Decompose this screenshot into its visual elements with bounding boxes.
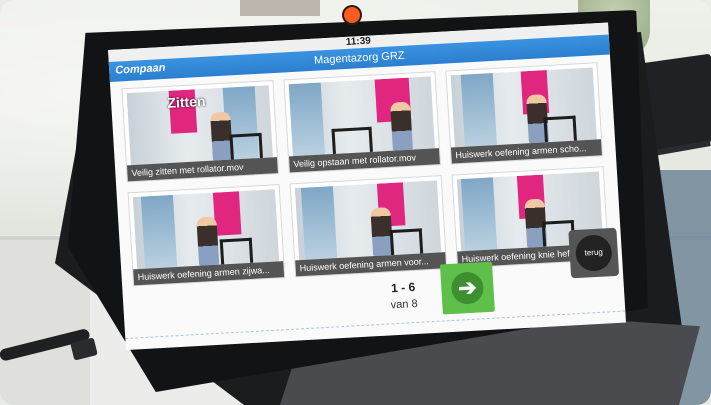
window-graphic: [140, 194, 178, 269]
tablet-screen-area: 11:39 Compaan Magentazorg GRZ Zitten Vei…: [108, 22, 626, 380]
next-page-button[interactable]: ➔: [439, 261, 495, 315]
background-object: [240, 0, 320, 16]
window-graphic: [460, 177, 498, 252]
video-grid: Zitten Veilig zitten met rollator.mov Ve…: [122, 63, 614, 289]
video-thumbnail: [288, 76, 435, 157]
window-graphic: [300, 186, 338, 260]
video-tile[interactable]: Huiswerk oefening armen scho...: [446, 63, 602, 164]
chair-graphic: [389, 228, 424, 256]
arrow-right-icon: ➔: [450, 271, 485, 305]
chair-graphic: [219, 237, 254, 265]
pagination-total: van 8: [390, 297, 419, 312]
banner-graphic: [212, 191, 242, 236]
video-thumbnail: [132, 189, 280, 270]
chair-graphic: [543, 115, 577, 143]
back-button-label: terug: [574, 234, 613, 273]
video-tile[interactable]: Veilig opstaan met rollator.mov: [284, 72, 440, 173]
pagination: 1 - 6 van 8: [373, 279, 435, 312]
video-thumbnail: [294, 180, 442, 261]
divider: [125, 310, 626, 339]
person-figure: [196, 216, 220, 266]
video-tile[interactable]: Huiswerk oefening armen zijwa...: [128, 185, 285, 286]
photo-scene: 11:39 Compaan Magentazorg GRZ Zitten Vei…: [0, 0, 711, 405]
camera-cover: [344, 7, 360, 23]
video-tile[interactable]: Huiswerk oefening armen voor...: [290, 176, 447, 277]
rollator-graphic: [331, 126, 373, 155]
window-graphic: [460, 72, 497, 147]
back-button[interactable]: terug: [568, 227, 620, 279]
thumbnail-overlay-text: Zitten: [166, 92, 206, 111]
video-tile[interactable]: Zitten Veilig zitten met rollator.mov: [122, 81, 278, 182]
person-figure: [390, 101, 413, 151]
tablet-screen: 11:39 Compaan Magentazorg GRZ Zitten Vei…: [108, 22, 626, 350]
video-thumbnail: [450, 67, 597, 148]
video-thumbnail: Zitten: [126, 85, 273, 166]
pagination-range: 1 - 6: [390, 279, 416, 296]
window-graphic: [288, 82, 325, 157]
chair-graphic: [229, 132, 263, 160]
